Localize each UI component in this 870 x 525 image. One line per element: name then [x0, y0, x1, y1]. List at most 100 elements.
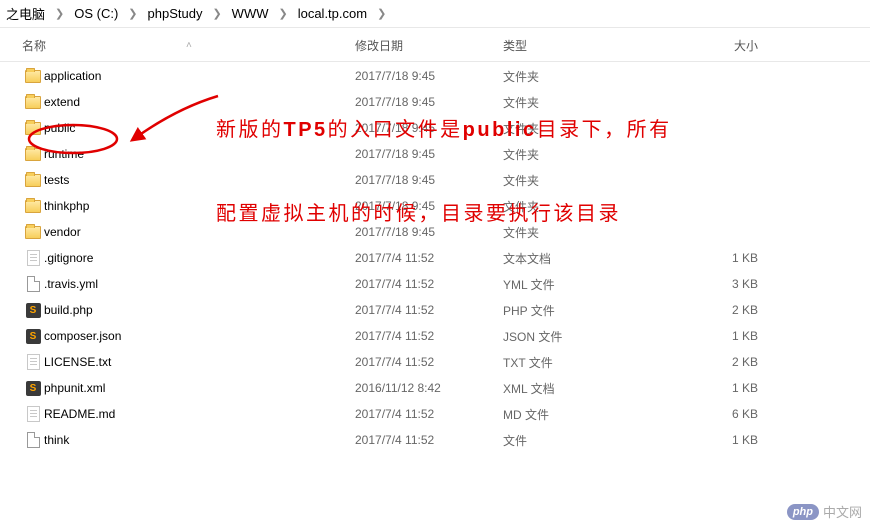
folder-icon — [25, 70, 41, 83]
sort-icon: ˄ — [186, 40, 192, 51]
file-type: 文件夹 — [503, 172, 656, 189]
file-date: 2017/7/18 9:45 — [355, 69, 503, 83]
file-icon — [27, 432, 40, 448]
header-type[interactable]: 类型 — [503, 37, 656, 54]
list-item[interactable]: extend2017/7/18 9:45文件夹 — [0, 89, 870, 115]
file-type: 文件夹 — [503, 120, 656, 137]
list-item[interactable]: Sbuild.php2017/7/4 11:52PHP 文件2 KB — [0, 297, 870, 323]
sublime-icon: S — [26, 303, 41, 318]
file-name: composer.json — [44, 329, 355, 343]
file-name: LICENSE.txt — [44, 355, 355, 369]
header-date[interactable]: 修改日期 — [355, 37, 503, 54]
crumb-3[interactable]: WWW — [228, 6, 273, 21]
file-type: 文件夹 — [503, 146, 656, 163]
chevron-icon: ❯ — [122, 7, 143, 20]
file-name: thinkphp — [44, 199, 355, 213]
file-type: 文件 — [503, 432, 656, 449]
file-name: build.php — [44, 303, 355, 317]
php-badge: php — [787, 504, 819, 520]
chevron-icon: ❯ — [49, 7, 70, 20]
file-size: 2 KB — [656, 355, 776, 369]
list-item[interactable]: LICENSE.txt2017/7/4 11:52TXT 文件2 KB — [0, 349, 870, 375]
file-name: .gitignore — [44, 251, 355, 265]
file-size: 1 KB — [656, 329, 776, 343]
chevron-icon: ❯ — [371, 7, 392, 20]
file-type: 文件夹 — [503, 94, 656, 111]
list-item[interactable]: application2017/7/18 9:45文件夹 — [0, 63, 870, 89]
file-name: application — [44, 69, 355, 83]
list-item[interactable]: public2017/7/18 9:45文件夹 — [0, 115, 870, 141]
file-name: .travis.yml — [44, 277, 355, 291]
sublime-icon: S — [26, 381, 41, 396]
sublime-icon: S — [26, 329, 41, 344]
folder-icon — [25, 200, 41, 213]
text-file-icon — [27, 250, 40, 266]
file-name: vendor — [44, 225, 355, 239]
file-date: 2017/7/4 11:52 — [355, 329, 503, 343]
file-date: 2017/7/4 11:52 — [355, 277, 503, 291]
file-type: MD 文件 — [503, 406, 656, 423]
crumb-2[interactable]: phpStudy — [144, 6, 207, 21]
file-date: 2017/7/4 11:52 — [355, 303, 503, 317]
file-date: 2017/7/18 9:45 — [355, 173, 503, 187]
file-date: 2017/7/4 11:52 — [355, 251, 503, 265]
header-name[interactable]: 名称 ˄ — [22, 37, 355, 54]
text-file-icon — [27, 354, 40, 370]
crumb-4[interactable]: local.tp.com — [294, 6, 371, 21]
folder-icon — [25, 122, 41, 135]
crumb-1[interactable]: OS (C:) — [70, 6, 122, 21]
file-date: 2017/7/4 11:52 — [355, 433, 503, 447]
header-size[interactable]: 大小 — [656, 37, 776, 54]
file-date: 2017/7/18 9:45 — [355, 121, 503, 135]
file-name: public — [44, 121, 355, 135]
file-size: 1 KB — [656, 433, 776, 447]
folder-icon — [25, 226, 41, 239]
watermark: php 中文网 — [787, 502, 862, 521]
chevron-icon: ❯ — [206, 7, 227, 20]
file-type: PHP 文件 — [503, 302, 656, 319]
list-item[interactable]: vendor2017/7/18 9:45文件夹 — [0, 219, 870, 245]
text-file-icon — [27, 406, 40, 422]
file-name: think — [44, 433, 355, 447]
file-date: 2017/7/4 11:52 — [355, 355, 503, 369]
file-name: tests — [44, 173, 355, 187]
file-size: 6 KB — [656, 407, 776, 421]
file-type: TXT 文件 — [503, 354, 656, 371]
file-date: 2017/7/18 9:45 — [355, 147, 503, 161]
column-headers[interactable]: 名称 ˄ 修改日期 类型 大小 — [0, 28, 870, 62]
file-type: 文本文档 — [503, 250, 656, 267]
file-list: application2017/7/18 9:45文件夹extend2017/7… — [0, 62, 870, 453]
file-date: 2017/7/18 9:45 — [355, 225, 503, 239]
file-date: 2017/7/18 9:45 — [355, 95, 503, 109]
watermark-site: 中文网 — [823, 502, 862, 521]
breadcrumb[interactable]: 之电脑 ❯ OS (C:) ❯ phpStudy ❯ WWW ❯ local.t… — [0, 0, 870, 28]
file-size: 2 KB — [656, 303, 776, 317]
folder-icon — [25, 148, 41, 161]
file-type: JSON 文件 — [503, 328, 656, 345]
file-name: runtime — [44, 147, 355, 161]
file-date: 2017/7/4 11:52 — [355, 407, 503, 421]
file-size: 3 KB — [656, 277, 776, 291]
list-item[interactable]: Sphpunit.xml2016/11/12 8:42XML 文档1 KB — [0, 375, 870, 401]
file-icon — [27, 276, 40, 292]
file-size: 1 KB — [656, 381, 776, 395]
file-type: 文件夹 — [503, 224, 656, 241]
crumb-0[interactable]: 之电脑 — [2, 4, 49, 23]
folder-icon — [25, 96, 41, 109]
list-item[interactable]: .travis.yml2017/7/4 11:52YML 文件3 KB — [0, 271, 870, 297]
list-item[interactable]: think2017/7/4 11:52文件1 KB — [0, 427, 870, 453]
file-name: README.md — [44, 407, 355, 421]
file-name: phpunit.xml — [44, 381, 355, 395]
list-item[interactable]: .gitignore2017/7/4 11:52文本文档1 KB — [0, 245, 870, 271]
file-date: 2017/7/18 9:45 — [355, 199, 503, 213]
list-item[interactable]: runtime2017/7/18 9:45文件夹 — [0, 141, 870, 167]
chevron-icon: ❯ — [272, 7, 293, 20]
file-type: 文件夹 — [503, 198, 656, 215]
list-item[interactable]: Scomposer.json2017/7/4 11:52JSON 文件1 KB — [0, 323, 870, 349]
file-type: YML 文件 — [503, 276, 656, 293]
list-item[interactable]: tests2017/7/18 9:45文件夹 — [0, 167, 870, 193]
folder-icon — [25, 174, 41, 187]
file-date: 2016/11/12 8:42 — [355, 381, 503, 395]
list-item[interactable]: thinkphp2017/7/18 9:45文件夹 — [0, 193, 870, 219]
list-item[interactable]: README.md2017/7/4 11:52MD 文件6 KB — [0, 401, 870, 427]
